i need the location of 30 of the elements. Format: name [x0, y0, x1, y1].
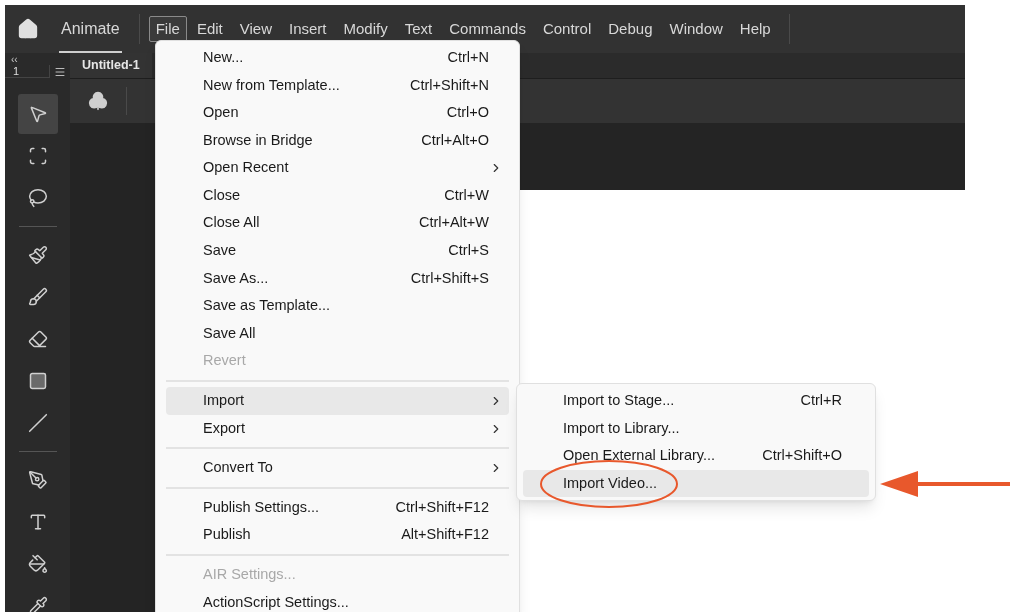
menu-bar-item[interactable]: View: [232, 16, 279, 42]
menu-bar-item[interactable]: Commands: [442, 16, 533, 42]
menu-bar-item[interactable]: Edit: [189, 16, 230, 42]
menu-bar-item[interactable]: Insert: [282, 16, 334, 42]
home-icon[interactable]: [17, 18, 39, 40]
columns-field[interactable]: 1: [5, 65, 50, 78]
menu-bar-item[interactable]: Help: [732, 16, 778, 42]
lasso-icon: [27, 188, 48, 208]
menu-bar-item[interactable]: Text: [397, 16, 440, 42]
menu-bar-item[interactable]: Window: [662, 16, 730, 42]
eraser-icon: [27, 329, 48, 349]
menu-bar-item[interactable]: File: [148, 16, 187, 42]
line-icon: [27, 413, 48, 433]
tool-button[interactable]: [17, 94, 58, 134]
panel-menu-icon[interactable]: [54, 65, 66, 78]
menu-item[interactable]: Import: [166, 387, 509, 415]
club-icon[interactable]: [88, 91, 108, 111]
rectangle-icon: [27, 371, 48, 391]
collapse-toggle[interactable]: ‹‹: [5, 53, 18, 65]
menu-bar-item[interactable]: Modify: [336, 16, 395, 42]
transform-icon: [27, 146, 48, 166]
pen-icon: [27, 470, 48, 490]
eyedropper-icon: [27, 596, 48, 612]
paint-brush-icon: [27, 245, 48, 265]
paint-bucket-icon: [27, 554, 48, 574]
document-tab[interactable]: Untitled-1: [70, 53, 152, 78]
menu-bar-item[interactable]: Debug: [601, 16, 660, 42]
menu-bar-item[interactable]: Control: [535, 16, 599, 42]
menu-item[interactable]: Import Video...: [523, 469, 869, 498]
brush-icon: [27, 287, 48, 307]
